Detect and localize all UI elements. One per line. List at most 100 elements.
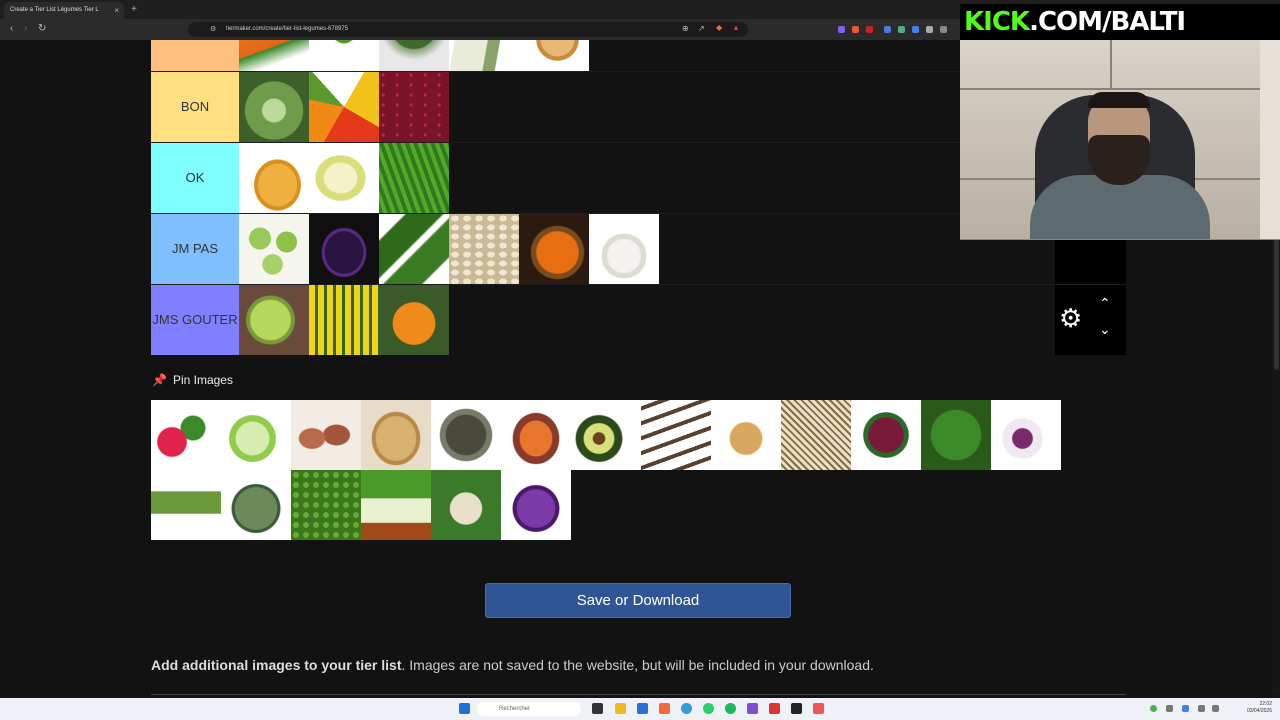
- romanesco-image[interactable]: [239, 285, 309, 355]
- tier-label[interactable]: JMS GOUTER: [151, 285, 239, 355]
- artichoke-image[interactable]: [221, 470, 291, 540]
- potato-image[interactable]: [361, 400, 431, 470]
- peas-image[interactable]: [291, 470, 361, 540]
- avocado-image[interactable]: [571, 400, 641, 470]
- tray-icon[interactable]: [1150, 705, 1157, 712]
- broccoli-image[interactable]: [379, 40, 449, 71]
- onion-image[interactable]: [519, 40, 589, 71]
- extension-icon[interactable]: [912, 26, 919, 33]
- butternut-squash-image[interactable]: [239, 143, 309, 213]
- tier-items: [239, 285, 449, 355]
- asparagus-image[interactable]: [151, 470, 221, 540]
- tier-label[interactable]: JM PAS: [151, 214, 239, 284]
- salsify-image[interactable]: [641, 400, 711, 470]
- chickpeas-image[interactable]: [711, 400, 781, 470]
- tier-label[interactable]: INCRO: [151, 40, 239, 71]
- bean-sprouts-image[interactable]: [781, 400, 851, 470]
- app-icon[interactable]: [813, 703, 824, 714]
- address-bar[interactable]: ⚙ tiermaker.com/create/tier-list-legumes…: [188, 22, 748, 37]
- celeriac-image[interactable]: [431, 470, 501, 540]
- zoom-icon[interactable]: ⊕: [682, 24, 689, 33]
- windows-start-icon[interactable]: [459, 703, 470, 714]
- wall-panel-line: [960, 88, 1280, 90]
- tier-settings-gear-icon[interactable]: ⚙: [1059, 305, 1085, 331]
- tab-close-icon[interactable]: ×: [114, 6, 119, 15]
- save-or-download-button[interactable]: Save or Download: [485, 583, 791, 618]
- channel-text: .COM/BALTI: [1029, 7, 1186, 37]
- endive-image[interactable]: [309, 143, 379, 213]
- extension-icon[interactable]: [898, 26, 905, 33]
- garlic-image[interactable]: [589, 214, 659, 284]
- extension-icon[interactable]: [852, 26, 859, 33]
- extension-icon[interactable]: [926, 26, 933, 33]
- leek-image[interactable]: [449, 40, 519, 71]
- app-icon[interactable]: [747, 703, 758, 714]
- pumpkin-image[interactable]: [519, 214, 589, 284]
- green-beans-image[interactable]: [379, 143, 449, 213]
- forward-icon[interactable]: ›: [24, 23, 27, 34]
- add-images-bold: Add additional images to your tier list: [151, 657, 402, 673]
- radish-image[interactable]: [151, 400, 221, 470]
- webcam-overlay: [960, 40, 1280, 240]
- tray-icon[interactable]: [1166, 705, 1173, 712]
- delicata-squash-image[interactable]: [309, 285, 379, 355]
- reload-icon[interactable]: ↻: [38, 23, 46, 34]
- turnip-image[interactable]: [991, 400, 1061, 470]
- new-tab-icon[interactable]: +: [131, 4, 137, 15]
- tier-items: [239, 72, 449, 142]
- brave-shield-icon[interactable]: ◆: [716, 23, 722, 32]
- volume-icon[interactable]: [1212, 705, 1219, 712]
- tier-items: [239, 143, 449, 213]
- share-icon[interactable]: ↗: [698, 24, 705, 33]
- whatsapp-icon[interactable]: [703, 703, 714, 714]
- url-text: tiermaker.com/create/tier-list-legumes-6…: [226, 26, 349, 32]
- move-tier-up-icon[interactable]: ⌃: [1099, 295, 1111, 312]
- store-icon[interactable]: [637, 703, 648, 714]
- browser-tab[interactable]: Create a Tier List Légumes Tier L ×: [4, 2, 124, 19]
- wifi-icon[interactable]: [1198, 705, 1205, 712]
- extension-icon[interactable]: [940, 26, 947, 33]
- sweet-potato-image[interactable]: [501, 400, 571, 470]
- red-beans-image[interactable]: [379, 72, 449, 142]
- back-icon[interactable]: ‹: [10, 23, 13, 34]
- brave-rewards-icon[interactable]: ▲: [732, 23, 740, 32]
- shallots-image[interactable]: [291, 400, 361, 470]
- tier-controls: ⚙ ⌃ ⌄: [1055, 285, 1126, 355]
- white-beans-image[interactable]: [449, 214, 519, 284]
- extension-icon[interactable]: [884, 26, 891, 33]
- site-info-icon[interactable]: ⚙: [210, 25, 216, 33]
- extension-icon[interactable]: [866, 26, 873, 33]
- beetroot-image[interactable]: [851, 400, 921, 470]
- red-kuri-squash-image[interactable]: [379, 285, 449, 355]
- spinach-image[interactable]: [921, 400, 991, 470]
- carrots-image[interactable]: [239, 40, 309, 71]
- add-images-text: Add additional images to your tier list.…: [151, 657, 874, 673]
- spotify-icon[interactable]: [725, 703, 736, 714]
- notion-icon[interactable]: [791, 703, 802, 714]
- file-explorer-icon[interactable]: [615, 703, 626, 714]
- tier-label[interactable]: BON: [151, 72, 239, 142]
- fennel-image[interactable]: [361, 470, 431, 540]
- red-cabbage-image[interactable]: [501, 470, 571, 540]
- chinese-cabbage-image[interactable]: [221, 400, 291, 470]
- telegram-icon[interactable]: [681, 703, 692, 714]
- tier-label[interactable]: OK: [151, 143, 239, 213]
- tray-icon[interactable]: [1182, 705, 1189, 712]
- brave-icon[interactable]: [659, 703, 670, 714]
- bell-peppers-image[interactable]: [309, 72, 379, 142]
- taskbar-clock[interactable]: 22:02 03/04/2026: [1247, 701, 1272, 715]
- zucchini-image[interactable]: [379, 214, 449, 284]
- person-hair: [1088, 92, 1150, 108]
- cabbage-image[interactable]: [239, 72, 309, 142]
- search-placeholder: Rechercher: [499, 706, 531, 712]
- app-icon[interactable]: [769, 703, 780, 714]
- taskbar-search[interactable]: Rechercher: [477, 702, 581, 716]
- move-tier-down-icon[interactable]: ⌄: [1099, 321, 1111, 338]
- brussels-sprouts-image[interactable]: [239, 214, 309, 284]
- tier-items: [239, 214, 659, 284]
- task-view-icon[interactable]: [592, 703, 603, 714]
- lentils-image[interactable]: [431, 400, 501, 470]
- cucumber-image[interactable]: [309, 40, 379, 71]
- extension-icon[interactable]: [838, 26, 845, 33]
- eggplant-image[interactable]: [309, 214, 379, 284]
